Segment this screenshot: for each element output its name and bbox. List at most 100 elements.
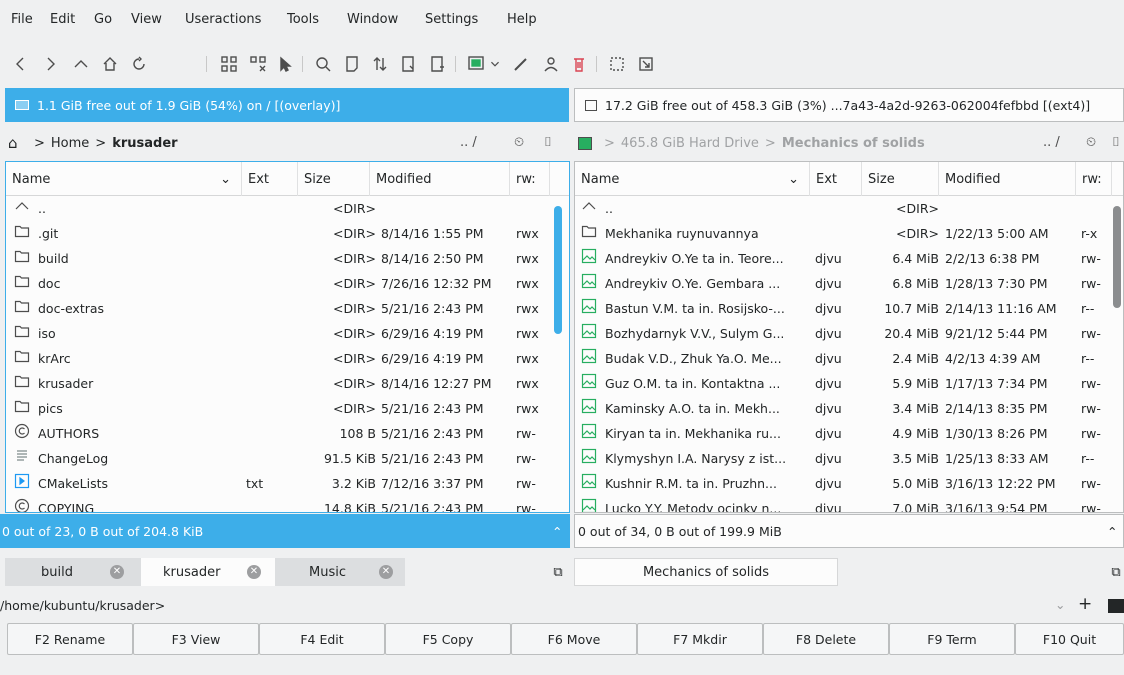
- new-dir-button[interactable]: [424, 50, 450, 78]
- table-row[interactable]: krusader <DIR> 8/14/16 12:27 PM rwx: [6, 371, 569, 396]
- f2-rename-button[interactable]: F2 Rename: [7, 623, 133, 655]
- terminal-icon[interactable]: [1108, 599, 1124, 613]
- table-row[interactable]: Budak V.D., Zhuk Ya.O. Me... djvu 2.4 MiB 4…: [575, 346, 1123, 371]
- table-row[interactable]: Kiryan ta in. Mekhanika ru... djvu 4.9 MiB…: [575, 421, 1123, 446]
- home-button[interactable]: [97, 50, 123, 78]
- f9-term-button[interactable]: F9 Term: [889, 623, 1015, 655]
- f5-copy-button[interactable]: F5 Copy: [385, 623, 511, 655]
- file-panel-left[interactable]: Name ⌄ Ext Size Modified rw: .. <DIR> .git <…: [5, 161, 570, 513]
- user-button[interactable]: [538, 50, 564, 78]
- compare-dirs-button[interactable]: [216, 50, 242, 78]
- menu-file[interactable]: File: [11, 12, 33, 27]
- chevron-up-icon[interactable]: ⌃: [552, 524, 562, 539]
- scrollbar-left[interactable]: [552, 196, 564, 512]
- swap-panels-button[interactable]: [367, 50, 393, 78]
- table-row[interactable]: Kushnir R.M. ta in. Pruzhn... djvu 5.0 MiB…: [575, 471, 1123, 496]
- table-row[interactable]: doc <DIR> 7/26/16 12:32 PM rwx: [6, 271, 569, 296]
- table-row[interactable]: COPYING 14.8 KiB 5/21/16 2:43 PM rw-: [6, 496, 569, 512]
- view-button[interactable]: [339, 50, 365, 78]
- unselect-button[interactable]: [245, 50, 271, 78]
- menu-go[interactable]: Go: [94, 12, 112, 27]
- new-tab-button[interactable]: ⧉: [546, 558, 570, 586]
- table-row[interactable]: build <DIR> 8/14/16 2:50 PM rwx: [6, 246, 569, 271]
- history-icon[interactable]: ⏲: [1086, 135, 1096, 150]
- bookmark-icon[interactable]: ⌷: [1112, 135, 1120, 150]
- scrollbar-right[interactable]: [1111, 196, 1123, 512]
- column-modified[interactable]: Modified: [939, 162, 1076, 196]
- menu-tools[interactable]: Tools: [287, 12, 319, 27]
- tab-krusader[interactable]: krusader ✕: [141, 558, 275, 586]
- table-row[interactable]: Mekhanika ruynuvannya <DIR> 1/22/13 5:00 A…: [575, 221, 1123, 246]
- f10-quit-button[interactable]: F10 Quit: [1015, 623, 1124, 655]
- table-row[interactable]: Kaminsky A.O. ta in. Mekh... djvu 3.4 MiB 2…: [575, 396, 1123, 421]
- table-row[interactable]: .. <DIR>: [6, 196, 569, 221]
- new-file-button[interactable]: [395, 50, 421, 78]
- column-name[interactable]: Name ⌄: [6, 162, 242, 196]
- table-row[interactable]: iso <DIR> 6/29/16 4:19 PM rwx: [6, 321, 569, 346]
- chevron-up-icon[interactable]: ⌃: [1107, 524, 1117, 539]
- edit-button[interactable]: [508, 50, 534, 78]
- breadcrumb-current[interactable]: krusader: [112, 136, 177, 151]
- scrollbar-thumb[interactable]: [1113, 206, 1121, 308]
- close-icon[interactable]: ✕: [379, 565, 393, 579]
- column-modified[interactable]: Modified: [370, 162, 510, 196]
- forward-button[interactable]: [37, 50, 63, 78]
- close-icon[interactable]: ✕: [110, 565, 124, 579]
- table-row[interactable]: Klymyshyn I.A. Narysy z ist... djvu 3.5 Mi…: [575, 446, 1123, 471]
- chevron-down-icon[interactable]: ⌄: [1055, 597, 1065, 612]
- table-row[interactable]: .git <DIR> 8/14/16 1:55 PM rwx: [6, 221, 569, 246]
- table-row[interactable]: CMakeLists txt 3.2 KiB 7/12/16 3:37 PM rw-: [6, 471, 569, 496]
- column-size[interactable]: Size: [298, 162, 370, 196]
- menu-settings[interactable]: Settings: [425, 12, 478, 27]
- column-ext[interactable]: Ext: [810, 162, 862, 196]
- file-panel-right[interactable]: Name ⌄ Ext Size Modified rw: .. <DIR> Mekha…: [574, 161, 1124, 513]
- tab-music[interactable]: Music ✕: [275, 558, 405, 586]
- tab-mechanics-of-solids[interactable]: Mechanics of solids: [574, 558, 838, 586]
- f3-view-button[interactable]: F3 View: [133, 623, 259, 655]
- table-row[interactable]: AUTHORS 108 B 5/21/16 2:43 PM rw-: [6, 421, 569, 446]
- table-row[interactable]: ChangeLog 91.5 KiB 5/21/16 2:43 PM rw-: [6, 446, 569, 471]
- breadcrumb-home[interactable]: Home: [51, 136, 89, 151]
- f6-move-button[interactable]: F6 Move: [511, 623, 637, 655]
- new-tab-button[interactable]: ⧉: [1108, 558, 1124, 586]
- breadcrumb-current[interactable]: Mechanics of solids: [782, 136, 925, 151]
- add-icon[interactable]: +: [1078, 594, 1092, 614]
- tab-build[interactable]: build ✕: [5, 558, 141, 586]
- column-rwx[interactable]: rw:: [1076, 162, 1112, 196]
- f7-mkdir-button[interactable]: F7 Mkdir: [637, 623, 763, 655]
- search-button[interactable]: [310, 50, 336, 78]
- menu-help[interactable]: Help: [507, 12, 537, 27]
- table-row[interactable]: krArc <DIR> 6/29/16 4:19 PM rwx: [6, 346, 569, 371]
- delete-button[interactable]: [566, 50, 592, 78]
- close-icon[interactable]: ✕: [247, 565, 261, 579]
- table-row[interactable]: Guz O.M. ta in. Kontaktna ... djvu 5.9 MiB…: [575, 371, 1123, 396]
- column-name[interactable]: Name ⌄: [575, 162, 810, 196]
- menu-useractions[interactable]: Useractions: [185, 12, 261, 27]
- menu-view[interactable]: View: [131, 12, 162, 27]
- table-row[interactable]: Bozhydarnyk V.V., Sulym G... djvu 20.4 MiB…: [575, 321, 1123, 346]
- select-all-button[interactable]: [604, 50, 630, 78]
- back-button[interactable]: [8, 50, 34, 78]
- table-row[interactable]: Bastun V.M. ta in. Rosijsko-... djvu 10.7 …: [575, 296, 1123, 321]
- terminal-icon[interactable]: [578, 136, 592, 150]
- pointer-button[interactable]: [272, 50, 298, 78]
- column-size[interactable]: Size: [862, 162, 939, 196]
- path-parent-root[interactable]: .. /: [460, 135, 477, 150]
- history-icon[interactable]: ⏲: [514, 135, 524, 150]
- table-row[interactable]: Lucko Y.Y. Metody ocinky n... djvu 7.0 MiB…: [575, 496, 1123, 512]
- path-parent-root[interactable]: .. /: [1043, 135, 1060, 150]
- terminal-dropdown[interactable]: [487, 50, 503, 78]
- breadcrumb-drive[interactable]: 465.8 GiB Hard Drive: [621, 136, 759, 151]
- up-button[interactable]: [68, 50, 94, 78]
- table-row[interactable]: Andreykiv O.Ye. Gembara ... djvu 6.8 MiB 1/…: [575, 271, 1123, 296]
- column-ext[interactable]: Ext: [242, 162, 298, 196]
- disk-free-left[interactable]: 1.1 GiB free out of 1.9 GiB (54%) on / […: [5, 88, 569, 122]
- table-row[interactable]: doc-extras <DIR> 5/21/16 2:43 PM rwx: [6, 296, 569, 321]
- scrollbar-thumb[interactable]: [554, 206, 562, 334]
- column-rwx[interactable]: rw:: [510, 162, 550, 196]
- terminal-button[interactable]: [463, 50, 489, 78]
- f8-delete-button[interactable]: F8 Delete: [763, 623, 889, 655]
- reload-button[interactable]: [126, 50, 152, 78]
- bookmark-icon[interactable]: ⌷: [544, 135, 552, 150]
- fullscreen-button[interactable]: [633, 50, 659, 78]
